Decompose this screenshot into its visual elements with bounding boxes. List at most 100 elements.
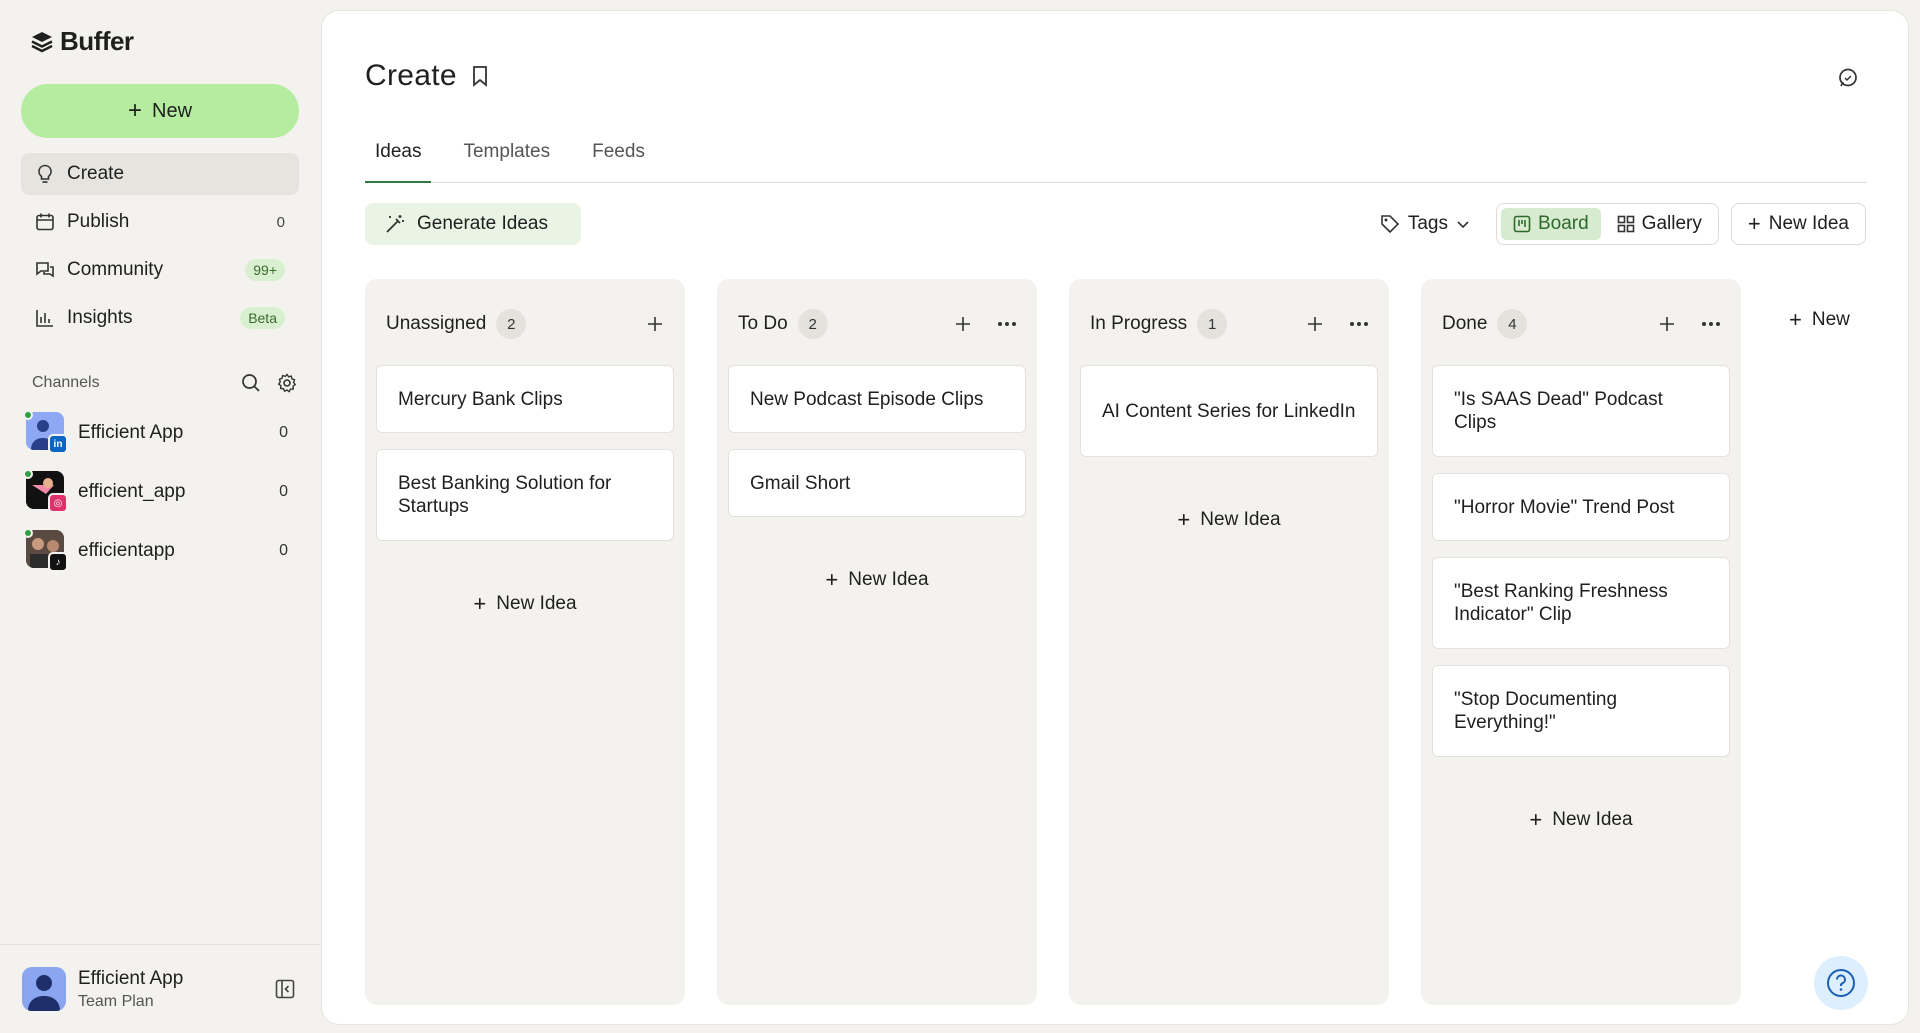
board-label: Board	[1537, 213, 1589, 234]
tab-templates[interactable]: Templates	[453, 129, 560, 183]
sidebar-item-community[interactable]: Community 99+	[21, 249, 299, 291]
plus-icon: +	[1177, 507, 1191, 532]
board-toolbar: Tags Board Gallery + New Idea	[1380, 203, 1866, 245]
search-icon[interactable]	[240, 372, 262, 394]
chevron-down-icon	[1456, 217, 1470, 231]
channels-heading: Channels	[32, 374, 100, 391]
column-new-idea-button[interactable]: + New Idea	[365, 593, 685, 615]
idea-card[interactable]: Mercury Bank Clips	[376, 365, 674, 433]
page-title-text: Create	[365, 59, 457, 92]
tags-filter[interactable]: Tags	[1380, 213, 1470, 235]
new-column-button[interactable]: + New	[1789, 309, 1850, 331]
new-post-button[interactable]: + New	[21, 84, 299, 138]
channel-count: 0	[279, 483, 288, 500]
channel-avatar: ◎	[23, 469, 68, 513]
channel-efficientapp-tiktok[interactable]: ♪ efficientapp 0	[23, 528, 296, 573]
bookmark-icon[interactable]	[471, 65, 489, 87]
tag-icon	[1380, 214, 1400, 234]
plus-icon: +	[1747, 211, 1761, 236]
idea-card[interactable]: "Horror Movie" Trend Post	[1432, 473, 1730, 541]
community-badge: 99+	[245, 259, 285, 281]
add-card-icon[interactable]	[1301, 310, 1329, 338]
generate-ideas-label: Generate Ideas	[417, 213, 548, 234]
column-new-idea-button[interactable]: + New Idea	[717, 569, 1037, 591]
column-header: Done 4	[1442, 309, 1725, 339]
more-options-icon[interactable]	[1697, 310, 1725, 338]
column-title: Done	[1442, 313, 1488, 334]
view-gallery-button[interactable]: Gallery	[1605, 208, 1714, 240]
buffer-logo[interactable]: Buffer	[30, 26, 134, 57]
channel-efficient-app[interactable]: in Efficient App 0	[23, 410, 296, 455]
channel-count: 0	[279, 542, 288, 559]
idea-card[interactable]: Gmail Short	[728, 449, 1026, 517]
sidebar-item-label: Publish	[67, 211, 130, 232]
column-new-idea-button[interactable]: + New Idea	[1421, 809, 1741, 831]
column-unassigned: Unassigned 2 Mercury Bank Clips Best Ban…	[365, 279, 685, 1005]
tab-feeds[interactable]: Feeds	[582, 129, 655, 183]
logo-text: Buffer	[60, 26, 134, 56]
column-header: To Do 2	[738, 309, 1021, 339]
sidebar-item-insights[interactable]: Insights Beta	[21, 297, 299, 339]
column-new-idea-button[interactable]: + New Idea	[1069, 509, 1389, 531]
plus-icon: +	[473, 591, 487, 616]
idea-card[interactable]: "Best Ranking Freshness Indicator" Clip	[1432, 557, 1730, 649]
collapse-sidebar-icon[interactable]	[272, 976, 298, 1002]
new-idea-label: New Idea	[848, 569, 929, 590]
channel-avatar: ♪	[23, 528, 68, 572]
help-button[interactable]	[1814, 956, 1868, 1010]
idea-card[interactable]: AI Content Series for LinkedIn	[1080, 365, 1378, 457]
plus-icon: +	[825, 567, 839, 592]
column-title: To Do	[738, 313, 788, 334]
more-options-icon[interactable]	[1345, 310, 1373, 338]
more-options-icon[interactable]	[993, 310, 1021, 338]
lightbulb-icon	[35, 164, 55, 184]
view-toggle: Board Gallery	[1495, 203, 1719, 245]
plus-icon: +	[1789, 307, 1802, 332]
channel-name: efficient_app	[78, 481, 186, 502]
channels-header: Channels	[32, 372, 298, 394]
generate-ideas-button[interactable]: Generate Ideas	[365, 203, 581, 245]
linkedin-icon: in	[48, 434, 68, 454]
tiktok-icon: ♪	[48, 552, 68, 572]
channel-avatar: in	[23, 410, 68, 454]
online-dot	[23, 469, 33, 479]
sidebar-item-label: Community	[67, 259, 164, 280]
main-panel: Create Ideas Templates Feeds Generate Id…	[321, 10, 1909, 1025]
account-footer[interactable]: Efficient App Team Plan	[0, 944, 320, 1033]
account-plan: Team Plan	[78, 992, 154, 1010]
tab-ideas[interactable]: Ideas	[365, 129, 432, 183]
idea-card[interactable]: "Stop Documenting Everything!"	[1432, 665, 1730, 757]
idea-card[interactable]: Best Banking Solution for Startups	[376, 449, 674, 541]
calendar-icon	[35, 212, 55, 232]
new-idea-label: New Idea	[496, 593, 577, 614]
add-card-icon[interactable]	[1653, 310, 1681, 338]
sidebar-item-create[interactable]: Create	[21, 153, 299, 195]
gear-icon[interactable]	[276, 372, 298, 394]
view-board-button[interactable]: Board	[1500, 208, 1601, 240]
idea-card[interactable]: New Podcast Episode Clips	[728, 365, 1026, 433]
column-in-progress: In Progress 1 AI Content Series for Link…	[1069, 279, 1389, 1005]
column-title: In Progress	[1090, 313, 1188, 334]
sidebar: Buffer + New Create Publish 0 Community …	[0, 0, 320, 1033]
bar-chart-icon	[35, 308, 55, 328]
add-card-icon[interactable]	[949, 310, 977, 338]
sidebar-item-label: Create	[67, 163, 125, 184]
idea-card[interactable]: "Is SAAS Dead" Podcast Clips	[1432, 365, 1730, 457]
feedback-chat-icon[interactable]	[1833, 63, 1863, 93]
new-post-label: New	[152, 99, 193, 122]
main-nav: Create Publish 0 Community 99+ Insights …	[21, 153, 299, 345]
new-idea-button[interactable]: + New Idea	[1730, 203, 1866, 245]
sidebar-item-publish[interactable]: Publish 0	[21, 201, 299, 243]
question-icon	[1826, 968, 1856, 998]
channel-efficient-app-instagram[interactable]: ◎ efficient_app 0	[23, 469, 296, 514]
column-count: 4	[1497, 309, 1528, 339]
column-title: Unassigned	[386, 313, 487, 334]
column-to-do: To Do 2 New Podcast Episode Clips Gmail …	[717, 279, 1037, 1005]
channel-name: Efficient App	[78, 422, 184, 443]
new-column-label: New	[1811, 309, 1850, 330]
create-tabs: Ideas Templates Feeds	[365, 129, 1867, 183]
plus-icon: +	[1529, 807, 1543, 832]
account-name: Efficient App	[78, 967, 184, 989]
chat-bubbles-icon	[35, 260, 55, 280]
add-card-icon[interactable]	[641, 310, 669, 338]
